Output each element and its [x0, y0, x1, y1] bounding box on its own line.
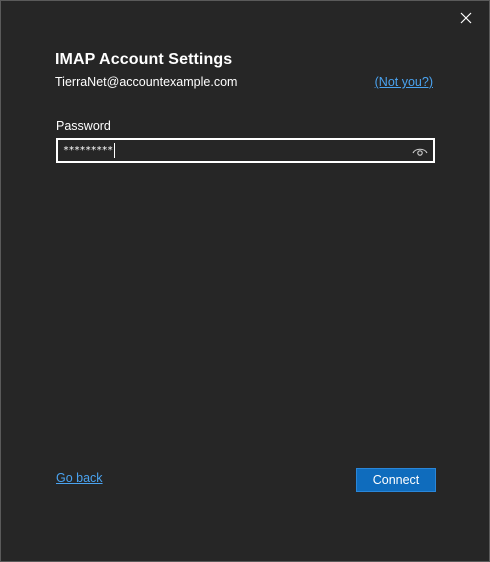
account-email: TierraNet@accountexample.com — [55, 75, 238, 89]
eye-icon — [412, 148, 428, 156]
text-caret — [113, 143, 115, 158]
reveal-password-button[interactable] — [409, 140, 431, 161]
close-button[interactable] — [455, 7, 477, 29]
password-value: ********* — [58, 140, 409, 161]
imap-settings-dialog: IMAP Account Settings TierraNet@accounte… — [0, 0, 490, 562]
password-masked-text: ********* — [63, 145, 113, 156]
go-back-link[interactable]: Go back — [56, 471, 103, 485]
password-label: Password — [56, 119, 111, 133]
connect-button[interactable]: Connect — [356, 468, 436, 492]
not-you-link[interactable]: (Not you?) — [375, 75, 433, 89]
dialog-title: IMAP Account Settings — [55, 51, 233, 68]
close-icon — [460, 12, 472, 24]
account-row: TierraNet@accountexample.com (Not you?) — [55, 75, 433, 89]
password-input[interactable]: ********* — [56, 138, 435, 163]
